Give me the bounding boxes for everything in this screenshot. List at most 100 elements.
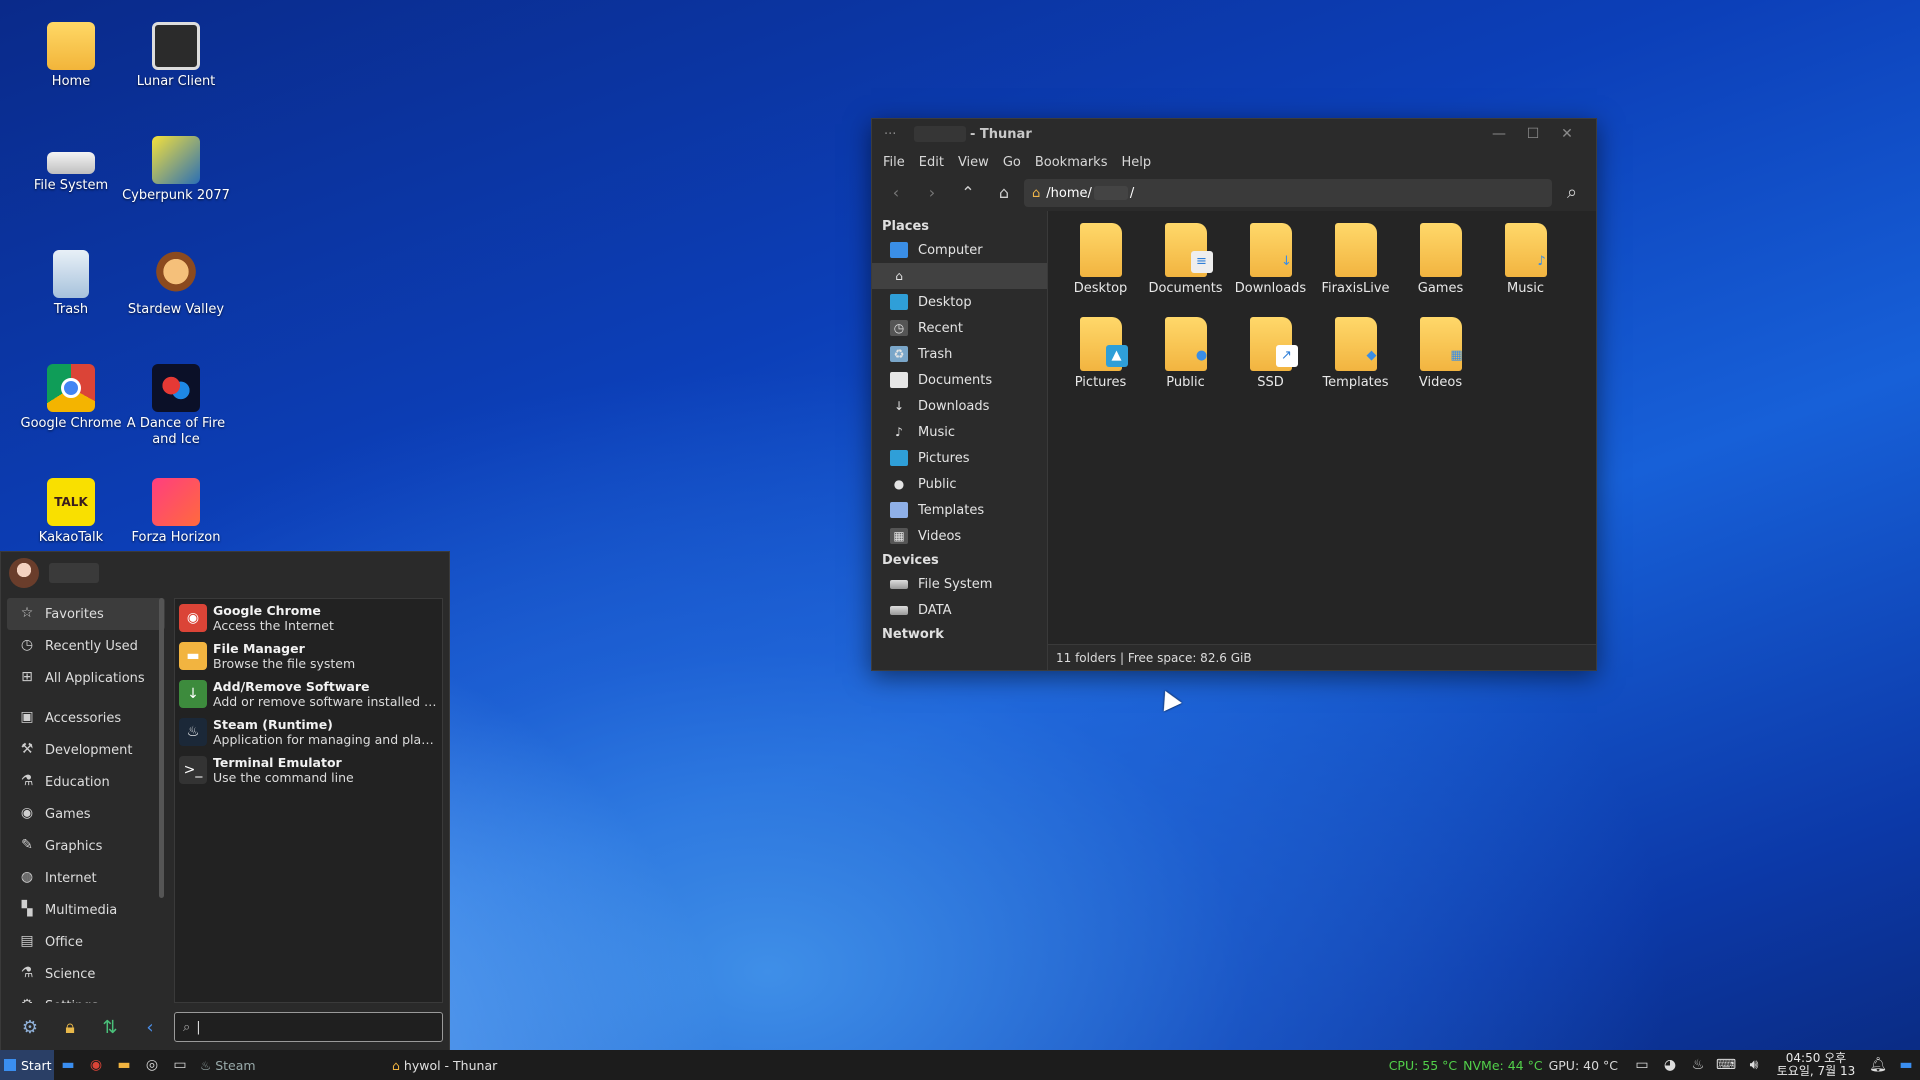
file-item[interactable]: ≡ Documents [1143,219,1228,313]
sidebar-item[interactable]: Desktop [872,289,1047,315]
menu-help[interactable]: Help [1114,155,1158,170]
menu-bookmarks[interactable]: Bookmarks [1028,155,1115,170]
desktop-icon[interactable]: TALK KakaoTalk [16,478,126,546]
category-internet[interactable]: ◍ Internet [7,862,165,894]
sidebar-item[interactable]: Templates [872,497,1047,523]
category-recently-used[interactable]: ◷ Recently Used [7,630,165,662]
sidebar-item[interactable]: ♻ Trash [872,341,1047,367]
start-button[interactable]: Start [0,1050,54,1080]
category-office[interactable]: ▤ Office [7,926,165,958]
discord-icon[interactable]: ◕ [1656,1057,1684,1073]
sidebar-item[interactable]: ● Public [872,471,1047,497]
display-icon[interactable]: ▭ [1628,1057,1656,1073]
app-add-remove-software[interactable]: ↓ Add/Remove Software Add or remove softwa… [175,675,442,713]
sidebar-item[interactable]: ↓ Downloads [872,393,1047,419]
sidebar-item[interactable]: Pictures [872,445,1047,471]
menu-edit[interactable]: Edit [912,155,951,170]
category-education[interactable]: ⚗ Education [7,766,165,798]
close-icon[interactable]: ✕ [1550,126,1584,142]
sidebar-item[interactable]: File System [872,571,1047,597]
lock-icon[interactable]: 🔒︎ [55,1013,85,1043]
app-terminal[interactable]: >_ Terminal Emulator Use the command line [175,751,442,789]
file-item[interactable]: ↓ Downloads [1228,219,1313,313]
file-item[interactable]: Desktop [1058,219,1143,313]
taskbar-steam[interactable]: ♨ Steam [194,1058,384,1073]
desktop-icon[interactable]: Stardew Valley [121,250,231,318]
sidebar-item[interactable]: ♪ Music [872,419,1047,445]
menu-file[interactable]: File [876,155,912,170]
back-icon[interactable]: ‹ [880,179,912,207]
steam-tray-icon[interactable]: ♨ [1684,1057,1712,1073]
category-scrollbar[interactable] [159,598,164,898]
show-desktop-icon[interactable]: ▬ [54,1050,82,1080]
category-settings[interactable]: ⚙ Settings [7,990,165,1003]
category-science[interactable]: ⚗ Science [7,958,165,990]
taskbar-thunar[interactable]: ⌂ hywol - Thunar [384,1058,584,1073]
terminal-launcher-icon[interactable]: ▭ [166,1050,194,1080]
sidebar-item[interactable]: Computer [872,237,1047,263]
forward-icon[interactable]: › [916,179,948,207]
folder-badge-icon: ♪ [1537,254,1546,269]
keyboard-icon[interactable]: ⌨ [1712,1057,1740,1073]
clock[interactable]: 04:50 오후 토요일, 7월 13 [1768,1052,1864,1078]
up-icon[interactable]: ⌃ [952,179,984,207]
category-all-applications[interactable]: ⊞ All Applications [7,662,165,694]
back-arrow-icon[interactable]: ‹ [135,1013,165,1043]
thunar-window[interactable]: ··· - Thunar — ☐ ✕ File Edit View Go Bookmar… [871,118,1597,671]
category-multimedia[interactable]: ▚ Multimedia [7,894,165,926]
switch-user-icon[interactable]: ⇅ [95,1013,125,1043]
desktop-icon[interactable]: Trash [16,250,126,318]
minimize-icon[interactable]: — [1482,126,1516,142]
category-favorites[interactable]: ☆ Favorites [7,598,165,630]
category-graphics[interactable]: ✎ Graphics [7,830,165,862]
sidebar-item[interactable]: ▦ Videos [872,523,1047,549]
avatar[interactable] [9,558,39,588]
desktop-icon[interactable]: A Dance of Fire and Ice [121,364,231,448]
volume-icon[interactable]: 🔊︎ [1740,1057,1768,1073]
file-item[interactable]: ↗ SSD [1228,313,1313,407]
app-steam[interactable]: ♨ Steam (Runtime) Application for managing… [175,713,442,751]
file-item[interactable]: ▲ Pictures [1058,313,1143,407]
file-item[interactable]: FiraxisLive [1313,219,1398,313]
desktop-icon[interactable]: Google Chrome [16,364,126,432]
sidebar-item[interactable]: ⌂ [872,263,1047,289]
app-launcher-icon[interactable]: ◎ [138,1050,166,1080]
maximize-icon[interactable]: ☐ [1516,126,1550,142]
forza-horizon-icon [152,478,200,526]
notification-bell-icon[interactable]: 🔔︎ [1864,1057,1892,1073]
chrome-launcher-icon[interactable]: ◉ [82,1050,110,1080]
app-title: Add/Remove Software [213,679,370,694]
desktop-icon[interactable]: Home [16,22,126,90]
app-google-chrome[interactable]: ◉ Google Chrome Access the Internet [175,599,442,637]
sidebar-item[interactable]: ◷ Recent [872,315,1047,341]
app-file-manager[interactable]: ▬ File Manager Browse the file system [175,637,442,675]
show-desktop-corner-icon[interactable]: ▬ [1892,1057,1920,1073]
menu-go[interactable]: Go [996,155,1028,170]
file-item[interactable]: ♪ Music [1483,219,1568,313]
file-item[interactable]: ▦ Videos [1398,313,1483,407]
desktop-icon[interactable]: Lunar Client [121,22,231,90]
menu-view[interactable]: View [951,155,996,170]
category-games[interactable]: ◉ Games [7,798,165,830]
file-item[interactable]: ◆ Templates [1313,313,1398,407]
sidebar-item[interactable]: Documents [872,367,1047,393]
window-menu-icon[interactable]: ··· [884,127,914,142]
category-accessories[interactable]: ▣ Accessories [7,702,165,734]
sidebar-item-label: Public [918,476,957,492]
desktop-icon[interactable]: Forza Horizon [121,478,231,546]
search-icon[interactable]: ⌕ [1556,179,1588,207]
settings-gear-icon[interactable]: ⚙ [15,1013,45,1043]
desktop-icon[interactable]: File System [16,136,126,194]
search-icon: ⌕ [183,1019,191,1035]
window-titlebar[interactable]: ··· - Thunar — ☐ ✕ [872,119,1596,149]
file-item[interactable]: ● Public [1143,313,1228,407]
home-icon[interactable]: ⌂ [988,179,1020,207]
file-view[interactable]: Desktop ≡ Documents ↓ Downloads FiraxisLive Ga… [1048,211,1596,670]
category-development[interactable]: ⚒ Development [7,734,165,766]
files-launcher-icon[interactable]: ▬ [110,1050,138,1080]
desktop-icon[interactable]: Cyberpunk 2077 [121,136,231,204]
search-input[interactable]: ⌕ | [174,1012,443,1042]
sidebar-item[interactable]: DATA [872,597,1047,623]
file-item[interactable]: Games [1398,219,1483,313]
location-bar[interactable]: ⌂ /home/ / [1024,179,1552,207]
